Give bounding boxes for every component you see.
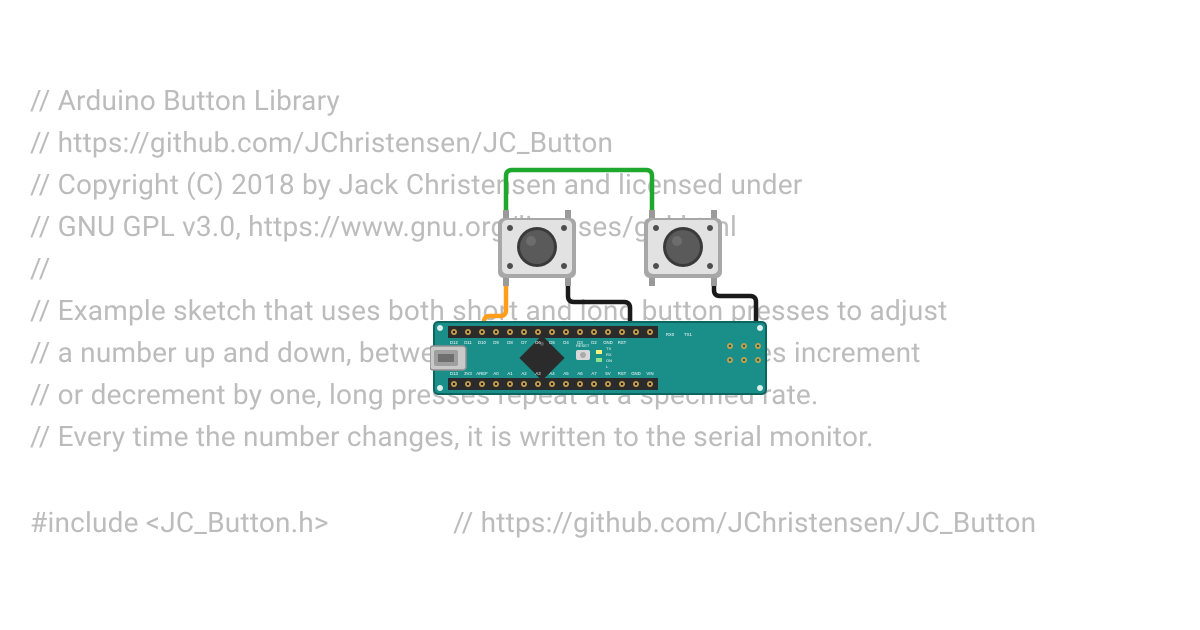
include-directive: #include <JC_Button.h> — [30, 506, 329, 539]
code-line: // Copyright (C) 2018 by Jack Christense… — [30, 164, 1170, 206]
code-line: // a number up and down, between two lim… — [30, 332, 1170, 374]
code-line: // Example sketch that uses both short a… — [30, 290, 1170, 332]
code-line: // — [30, 248, 1170, 290]
code-line: // Arduino Button Library — [30, 80, 1170, 122]
code-line: // or decrement by one, long presses rep… — [30, 374, 1170, 416]
code-line: // Every time the number changes, it is … — [30, 416, 1170, 458]
source-code-comment: // Arduino Button Library // https://git… — [30, 80, 1170, 544]
comment-url: // https://github.com/JChristensen/JC_Bu… — [453, 506, 1036, 539]
code-line: #include <JC_Button.h> // https://github… — [30, 502, 1170, 544]
code-line: // https://github.com/JChristensen/JC_Bu… — [30, 122, 1170, 164]
code-line: // GNU GPL v3.0, https://www.gnu.org/lic… — [30, 206, 1170, 248]
